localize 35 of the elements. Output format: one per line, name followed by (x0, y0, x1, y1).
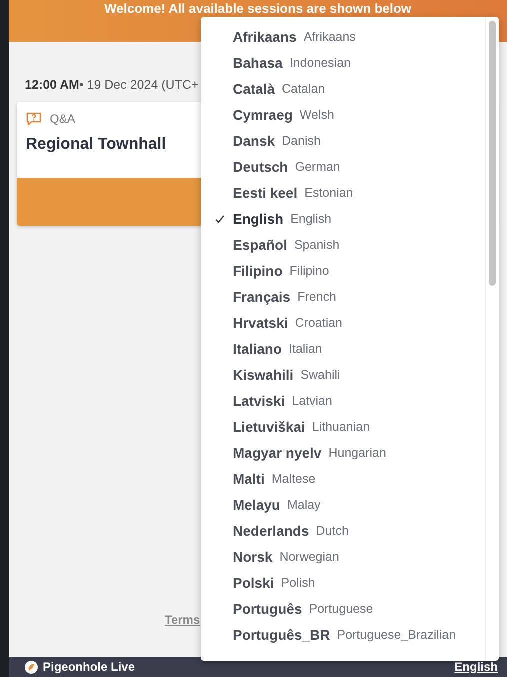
language-option[interactable]: Lietuviškai Lithuanian (201, 414, 485, 440)
language-option[interactable]: Magyar nyelv Hungarian (201, 440, 485, 466)
language-option[interactable]: Français French (201, 284, 485, 310)
language-option[interactable]: Polski Polish (201, 570, 485, 596)
language-option[interactable]: Melayu Malay (201, 492, 485, 518)
language-option[interactable]: Dansk Danish (201, 128, 485, 154)
session-time: 12:00 AM (25, 78, 80, 92)
session-title: Regional Townhall (26, 136, 166, 154)
session-date: • 19 Dec 2024 (UTC+ (79, 78, 199, 92)
brand-name: Pigeonhole Live (43, 660, 136, 674)
question-bubble-icon (26, 112, 42, 126)
language-option[interactable]: Cymraeg Welsh (201, 102, 485, 128)
language-option[interactable]: Eesti keel Estonian (201, 180, 485, 206)
check-icon (215, 214, 225, 224)
language-option[interactable]: Deutsch German (201, 154, 485, 180)
language-option[interactable]: English English (201, 206, 485, 232)
language-option[interactable]: Català Catalan (201, 76, 485, 102)
language-option[interactable]: Português Portuguese (201, 596, 485, 622)
language-option[interactable]: Kiswahili Swahili (201, 362, 485, 388)
language-option[interactable]: Filipino Filipino (201, 258, 485, 284)
session-type: Q&A (50, 112, 76, 126)
language-option[interactable]: Português_BR Portuguese_Brazilian (201, 622, 485, 648)
language-option[interactable]: Norsk Norwegian (201, 544, 485, 570)
language-option[interactable]: Nederlands Dutch (201, 518, 485, 544)
scrollbar-thumb[interactable] (489, 21, 496, 286)
language-option[interactable]: Latviski Latvian (201, 388, 485, 414)
language-option[interactable]: Español Spanish (201, 232, 485, 258)
language-option[interactable]: Hrvatski Croatian (201, 310, 485, 336)
language-option[interactable]: Italiano Italian (201, 336, 485, 362)
logo-icon (25, 660, 38, 674)
language-option[interactable]: Afrikaans Afrikaans (201, 24, 485, 50)
language-option[interactable]: Malti Maltese (201, 466, 485, 492)
language-option[interactable]: Bahasa Indonesian (201, 50, 485, 76)
language-link[interactable]: English (454, 660, 498, 674)
welcome-message: Welcome! All available sessions are shown below (104, 1, 412, 16)
